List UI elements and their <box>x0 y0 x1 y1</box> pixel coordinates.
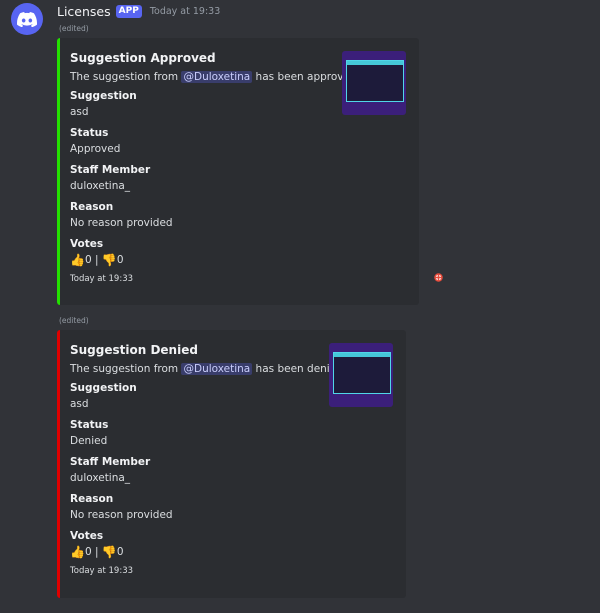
field-name: Staff Member <box>70 456 151 468</box>
downvote-count: 0 <box>116 254 124 266</box>
field-votes: Votes 👍 0 | 👎 0 <box>70 529 347 561</box>
embed-thumbnail[interactable] <box>342 51 406 115</box>
upvote-count: 0 <box>84 546 92 558</box>
bot-avatar[interactable] <box>11 3 43 35</box>
field-value: No reason provided <box>70 509 173 521</box>
embed-color-bar <box>57 38 60 305</box>
field-staff-member: Staff Member duloxetina_ <box>70 163 361 195</box>
thumbs-up-icon: 👍 <box>70 253 85 267</box>
embed-footer-timestamp: Today at 19:33 <box>70 274 134 284</box>
cursor-icon <box>434 273 443 282</box>
field-name: Reason <box>70 201 114 213</box>
edited-label: (edited) <box>59 316 89 325</box>
field-value: duloxetina_ <box>70 180 131 192</box>
embed-suggestion-approved: Suggestion Approved The suggestion from … <box>57 38 419 305</box>
field-name: Suggestion <box>70 382 137 394</box>
field-name: Reason <box>70 493 114 505</box>
edited-label: (edited) <box>59 24 89 33</box>
upvote-count: 0 <box>84 254 92 266</box>
app-badge: APP <box>115 4 142 18</box>
thumbs-down-icon: 👎 <box>101 253 117 267</box>
user-mention[interactable]: @Duloxetina <box>181 71 253 83</box>
field-value: Approved <box>70 143 121 155</box>
embed-description: The suggestion from @Duloxetina has been… <box>70 363 348 375</box>
user-mention[interactable]: @Duloxetina <box>181 363 253 375</box>
field-name: Status <box>70 419 109 431</box>
field-votes: Votes 👍 0 | 👎 0 <box>70 237 361 269</box>
field-value: duloxetina_ <box>70 472 131 484</box>
embed-title: Suggestion Denied <box>70 343 198 357</box>
field-reason: Reason No reason provided <box>70 492 347 524</box>
field-status: Status Denied <box>70 418 347 450</box>
thumbs-up-icon: 👍 <box>70 545 85 559</box>
field-name: Staff Member <box>70 164 151 176</box>
field-value: No reason provided <box>70 217 173 229</box>
field-value: asd <box>70 106 89 118</box>
embed-footer-timestamp: Today at 19:33 <box>70 566 134 576</box>
field-value: asd <box>70 398 89 410</box>
field-suggestion: Suggestion asd <box>70 381 347 413</box>
field-name: Votes <box>70 530 104 542</box>
embed-color-bar <box>57 330 60 598</box>
field-name: Suggestion <box>70 90 137 102</box>
message-header: Licenses APP Today at 19:33 <box>57 3 220 19</box>
discord-logo-icon <box>17 11 37 27</box>
embed-description: The suggestion from @Duloxetina has been… <box>70 71 361 83</box>
field-name: Votes <box>70 238 104 250</box>
author-name[interactable]: Licenses <box>57 4 111 19</box>
field-suggestion: Suggestion asd <box>70 89 361 121</box>
embed-suggestion-denied: Suggestion Denied The suggestion from @D… <box>57 330 406 598</box>
field-staff-member: Staff Member duloxetina_ <box>70 455 347 487</box>
field-reason: Reason No reason provided <box>70 200 361 232</box>
downvote-count: 0 <box>116 546 124 558</box>
field-value: Denied <box>70 435 108 447</box>
thumbs-down-icon: 👎 <box>101 545 117 559</box>
embed-thumbnail[interactable] <box>329 343 393 407</box>
message-timestamp[interactable]: Today at 19:33 <box>150 6 220 17</box>
embed-title: Suggestion Approved <box>70 51 216 65</box>
field-name: Status <box>70 127 109 139</box>
field-status: Status Approved <box>70 126 361 158</box>
